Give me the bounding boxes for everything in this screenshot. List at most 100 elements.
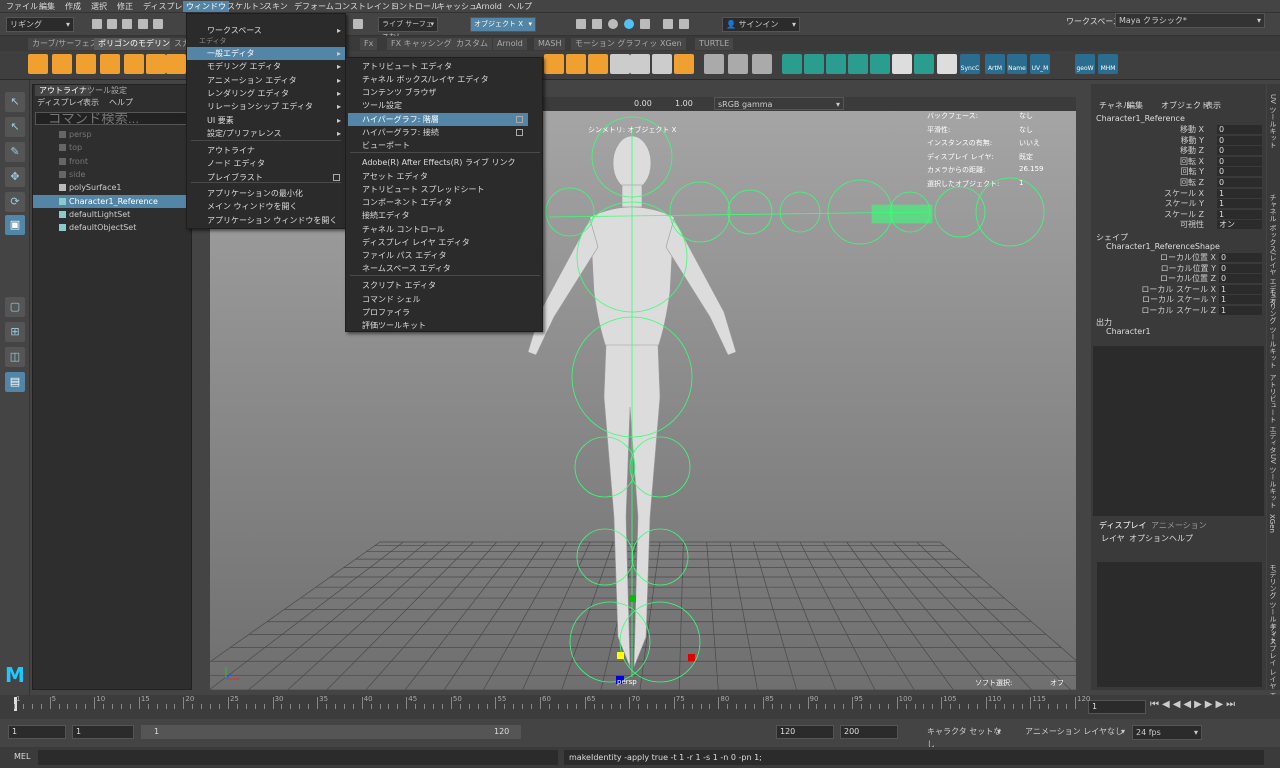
playback-end-field[interactable]: 120 xyxy=(776,725,834,739)
command-language-label[interactable]: MEL xyxy=(14,752,30,761)
outliner-item-polysurface1[interactable]: polySurface1 xyxy=(33,181,191,194)
general-editor-item-14[interactable]: ファイル パス エディタ xyxy=(348,249,528,262)
channel-attr-value[interactable]: 0 xyxy=(1217,167,1262,177)
color-space-dropdown[interactable]: sRGB gamma xyxy=(714,97,844,111)
uv-cut-icon[interactable] xyxy=(870,54,890,74)
channel-attr-label[interactable]: スケール Z xyxy=(1164,209,1204,220)
time-slider[interactable]: 1 ⏮◀◀◀▶▶▶⏭ 1 5 10 15 20 25 30 35 40 45 50 55 60 65 70 7… xyxy=(0,695,1280,719)
general-editor-item-9[interactable]: アトリビュート スプレッドシート xyxy=(348,183,528,196)
ipr-icon[interactable] xyxy=(592,19,602,29)
smooth-icon[interactable] xyxy=(588,54,608,74)
checker-icon[interactable] xyxy=(892,54,912,74)
uv-spherical-icon[interactable] xyxy=(826,54,846,74)
menu-set-dropdown[interactable]: リギング xyxy=(6,17,74,32)
target-weld-icon[interactable] xyxy=(728,54,748,74)
window-menu-item-8[interactable]: 設定/プリファレンス ▸ xyxy=(187,127,345,140)
outliner-item-front[interactable]: front xyxy=(33,155,191,168)
window-menu-item-2[interactable]: 一般エディタ ▸ xyxy=(187,47,345,60)
menu-9[interactable]: デフォーム xyxy=(291,1,337,12)
sign-in-dropdown[interactable]: 👤 サインイン xyxy=(722,17,800,32)
menu-2[interactable]: 作成 xyxy=(62,1,84,12)
general-editor-item-3[interactable]: ツール設定 xyxy=(348,99,528,112)
combine-icon[interactable] xyxy=(544,54,564,74)
channel-attr-value[interactable]: 0 xyxy=(1217,125,1262,134)
general-editor-item-15[interactable]: ネームスペース エディタ xyxy=(348,262,528,275)
layer-editor-menu-1[interactable]: オプション xyxy=(1129,533,1169,544)
plane-icon[interactable] xyxy=(146,54,166,74)
layer-editor-menu-2[interactable]: ヘルプ xyxy=(1169,533,1193,544)
uv-cylindrical-icon[interactable] xyxy=(804,54,824,74)
side-tab-2[interactable]: モデリング ツールキット xyxy=(1268,289,1278,368)
uv-sew-icon[interactable] xyxy=(914,54,934,74)
outliner-layout-icon[interactable]: ▤ xyxy=(5,372,25,392)
exposure-field[interactable]: 0.00 xyxy=(634,99,652,108)
shelf-tab-0[interactable]: カーブ/サーフェス xyxy=(28,38,102,50)
channel-attr-value[interactable]: 0 xyxy=(1217,156,1262,166)
outliner-item-defaultlightset[interactable]: defaultLightSet xyxy=(33,208,191,221)
range-bar[interactable]: 1 120 xyxy=(141,725,521,739)
menu-14[interactable]: ヘルプ xyxy=(505,1,535,12)
channel-attr-label[interactable]: 回転 Z xyxy=(1180,177,1204,188)
current-time-field[interactable]: 1 xyxy=(1088,700,1146,714)
shelf-tool-artm[interactable]: ArtM xyxy=(985,54,1005,74)
menu-3[interactable]: 選択 xyxy=(88,1,110,12)
outliner-tab-1[interactable]: ツール設定 xyxy=(83,85,131,96)
scale-tool-icon[interactable]: ▣ xyxy=(5,215,25,235)
window-menu-item-14[interactable]: アプリケーション ウィンドウを開く xyxy=(187,214,345,227)
general-editor-item-19[interactable]: 評価ツールキット xyxy=(348,319,528,332)
general-editor-item-11[interactable]: 接続エディタ xyxy=(348,209,528,222)
shelf-tab-4[interactable]: FX キャッシング xyxy=(387,38,456,50)
shelf-tab-1[interactable]: ポリゴンのモデリング xyxy=(94,38,182,50)
single-view-icon[interactable]: ▢ xyxy=(5,297,25,317)
playback-controls[interactable]: ⏮◀◀◀▶▶▶⏭ xyxy=(1150,699,1238,710)
layer-list[interactable] xyxy=(1097,562,1262,687)
side-tab-5[interactable]: XGen xyxy=(1268,514,1276,533)
channel-attr-value[interactable]: 1 xyxy=(1217,209,1262,219)
outliner-item-defaultobjectset[interactable]: defaultObjectSet xyxy=(33,221,191,234)
layer-editor-tab-0[interactable]: ディスプレイ xyxy=(1099,520,1146,531)
window-menu-item-10[interactable]: ノード エディタ xyxy=(187,157,345,170)
cube-icon[interactable] xyxy=(52,54,72,74)
general-editor-item-0[interactable]: アトリビュート エディタ xyxy=(348,60,528,73)
general-editor-item-13[interactable]: ディスプレイ レイヤ エディタ xyxy=(348,236,528,249)
workspace-dropdown[interactable]: Maya クラシック* xyxy=(1115,13,1265,28)
option-box-icon[interactable] xyxy=(516,116,523,123)
bridge-icon[interactable] xyxy=(652,54,672,74)
outliner-item-persp[interactable]: persp xyxy=(33,128,191,141)
side-tab-3[interactable]: アトリビュート エディタ xyxy=(1268,374,1278,453)
output-name[interactable]: Character1 xyxy=(1106,327,1151,336)
window-menu-item-0[interactable]: ワークスペース ▸ xyxy=(187,24,345,37)
rotate-tool-icon[interactable]: ⟳ xyxy=(5,192,25,212)
window-menu-item-9[interactable]: アウトライナ xyxy=(187,144,345,157)
general-editor-item-10[interactable]: コンポーネント エディタ xyxy=(348,196,528,209)
shape-attr-label[interactable]: ローカル スケール X xyxy=(1141,284,1216,295)
uv-planar-icon[interactable] xyxy=(782,54,802,74)
open-scene-icon[interactable] xyxy=(107,19,117,29)
window-menu-item-3[interactable]: モデリング エディタ ▸ xyxy=(187,60,345,73)
redo-icon[interactable] xyxy=(153,19,163,29)
uv-auto-icon[interactable] xyxy=(848,54,868,74)
multi-cut-icon[interactable] xyxy=(704,54,724,74)
general-editor-item-6[interactable]: ビューポート xyxy=(348,139,528,152)
menu-13[interactable]: Arnold xyxy=(473,1,505,12)
channel-attr-value[interactable]: 0 xyxy=(1217,178,1262,187)
delete-history-icon[interactable] xyxy=(937,54,957,74)
channel-attr-label[interactable]: 回転 Y xyxy=(1181,166,1204,177)
anim-layer-dropdown[interactable]: アニメーション レイヤなし xyxy=(1022,725,1128,740)
outliner-menu-0[interactable]: ディスプレイ xyxy=(37,97,84,108)
channel-attr-value[interactable]: 0 xyxy=(1217,146,1262,156)
shelf-tool-uv_m[interactable]: UV_M xyxy=(1030,54,1050,74)
shape-attr-value[interactable]: 0 xyxy=(1219,263,1262,273)
channel-attr-value[interactable]: 0 xyxy=(1217,135,1262,145)
option-box-icon[interactable] xyxy=(333,174,340,181)
channel-attr-value[interactable]: 1 xyxy=(1217,199,1262,209)
mirror-icon[interactable] xyxy=(630,54,650,74)
shape-attr-label[interactable]: ローカル位置 X xyxy=(1160,252,1216,263)
general-editor-item-4[interactable]: ハイパーグラフ: 階層 xyxy=(348,113,528,126)
lasso-icon[interactable] xyxy=(353,19,363,29)
general-editor-item-1[interactable]: チャネル ボックス/レイヤ エディタ xyxy=(348,73,528,86)
outliner-item-top[interactable]: top xyxy=(33,141,191,154)
channel-box-menu-2[interactable]: オブジェクト xyxy=(1161,100,1209,111)
general-editor-item-12[interactable]: チャネル コントロール xyxy=(348,223,528,236)
menu-4[interactable]: 修正 xyxy=(114,1,136,12)
